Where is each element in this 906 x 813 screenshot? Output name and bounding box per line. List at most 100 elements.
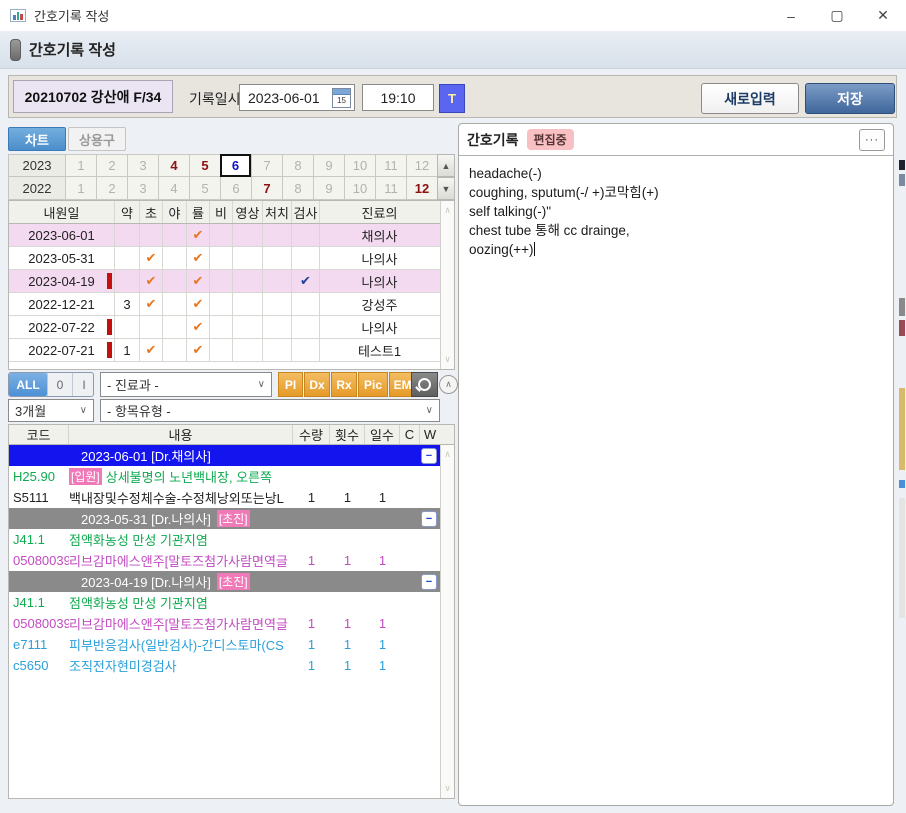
order-list-scrollbar[interactable]: ∧∨	[440, 445, 454, 798]
collapse-group-icon[interactable]: −	[421, 511, 437, 527]
month-cell-2023-7[interactable]: 7	[251, 154, 282, 177]
visit-row[interactable]: 2023-04-19✔✔✔나의사	[9, 270, 454, 293]
item-code: c5650	[9, 658, 69, 673]
item-qty: 1	[293, 637, 330, 652]
month-cell-2023-4[interactable]: 4	[158, 154, 189, 177]
date-input[interactable]: 2023-06-01 15	[239, 84, 355, 111]
month-cell-2023-9[interactable]: 9	[313, 154, 344, 177]
filter-button-rx[interactable]: Rx	[331, 372, 357, 397]
month-cell-2023-5[interactable]: 5	[189, 154, 220, 177]
list-item-row[interactable]: c5650조직전자현미경검사111	[9, 655, 454, 676]
admission-flag-bar	[107, 273, 112, 289]
close-button[interactable]: ✕	[860, 0, 906, 31]
month-cell-2022-12[interactable]: 12	[406, 177, 437, 200]
list-item-row[interactable]: S5111백내장및수정체수술-수정체낭외또는낭L111	[9, 487, 454, 508]
visit-table-scrollbar[interactable]: ∧∨	[440, 201, 454, 369]
time-now-button[interactable]: T	[439, 84, 465, 113]
filter-button-dx[interactable]: Dx	[304, 372, 330, 397]
item-description: 리브감마에스앤주[말토즈첨가사람면역글	[69, 614, 288, 633]
visit-row[interactable]: 2023-06-01✔채의사	[9, 224, 454, 247]
time-input[interactable]: 19:10	[362, 84, 434, 111]
visit-check-cell	[292, 316, 320, 338]
tab-phrases[interactable]: 상용구	[68, 127, 126, 151]
collapse-panel-button[interactable]: ∧	[439, 375, 458, 394]
list-item-row[interactable]: 050800391리브감마에스앤주[말토즈첨가사람면역글111	[9, 550, 454, 571]
more-options-button[interactable]: ···	[859, 129, 885, 151]
list-item-row[interactable]: J41.1점액화농성 만성 기관지염	[9, 529, 454, 550]
segment-i[interactable]: I	[72, 373, 95, 396]
year-label: 2022	[8, 177, 65, 200]
collapse-group-icon[interactable]: −	[421, 448, 437, 464]
visit-row[interactable]: 2022-07-211✔✔테스트1	[9, 339, 454, 362]
visit-check-cell	[292, 247, 320, 269]
month-cell-2022-4[interactable]: 4	[158, 177, 189, 200]
save-button[interactable]: 저장	[805, 83, 895, 114]
filter-button-pic[interactable]: Pic	[358, 372, 388, 397]
month-cell-2023-11[interactable]: 11	[375, 154, 406, 177]
app-icon	[10, 9, 26, 22]
calendar-icon[interactable]: 15	[332, 88, 351, 108]
visit-table-header: 내원일약초야률비영상처치검사진료의	[9, 201, 454, 224]
tab-chart[interactable]: 차트	[8, 127, 66, 151]
month-cell-2022-10[interactable]: 10	[344, 177, 375, 200]
month-cell-2023-10[interactable]: 10	[344, 154, 375, 177]
month-cell-2023-6[interactable]: 6	[220, 154, 251, 177]
segment-all[interactable]: ALL	[9, 373, 47, 396]
visit-row[interactable]: 2022-07-22✔나의사	[9, 316, 454, 339]
month-cell-2022-6[interactable]: 6	[220, 177, 251, 200]
minimize-button[interactable]: –	[768, 0, 814, 31]
visit-row[interactable]: 2022-12-213✔✔강성주	[9, 293, 454, 316]
visit-check-cell	[233, 339, 263, 361]
chart-tabs: 차트 상용구	[8, 127, 126, 151]
list-item-row[interactable]: J41.1점액화농성 만성 기관지염	[9, 592, 454, 613]
list-group-row[interactable]: 2023-05-31 [Dr.나의사][초진]−	[9, 508, 440, 529]
month-cell-2022-8[interactable]: 8	[282, 177, 313, 200]
item-type-dropdown[interactable]: - 항목유형 -∨	[100, 399, 440, 422]
list-group-row[interactable]: 2023-04-19 [Dr.나의사][초진]−	[9, 571, 440, 592]
collapse-group-icon[interactable]: −	[421, 574, 437, 590]
new-entry-button[interactable]: 새로입력	[701, 83, 799, 114]
item-code: 050800391	[9, 553, 69, 568]
list-item-row[interactable]: e7111피부반응검사(일반검사)-간디스토마(CS111	[9, 634, 454, 655]
visit-check-cell: ✔	[187, 316, 210, 338]
period-dropdown[interactable]: 3개월∨	[8, 399, 94, 422]
visit-check-cell: ✔	[140, 339, 163, 361]
month-cell-2022-3[interactable]: 3	[127, 177, 158, 200]
month-cell-2022-11[interactable]: 11	[375, 177, 406, 200]
search-button[interactable]	[411, 372, 438, 397]
month-cell-2023-2[interactable]: 2	[96, 154, 127, 177]
visit-med-count: 3	[115, 293, 140, 315]
month-cell-2023-1[interactable]: 1	[65, 154, 96, 177]
editing-status-badge: 편집중	[527, 129, 574, 150]
note-line: coughing, sputum(-/ +)코막힘(+)	[469, 183, 883, 202]
time-value: 19:10	[380, 90, 415, 106]
visit-col-header: 처치	[263, 201, 292, 223]
segment-o[interactable]: 0	[47, 373, 72, 396]
month-cell-2022-1[interactable]: 1	[65, 177, 96, 200]
list-group-row[interactable]: 2023-06-01 [Dr.채의사]−	[9, 445, 440, 466]
admission-badge: [입원]	[69, 468, 102, 485]
maximize-button[interactable]: ▢	[814, 0, 860, 31]
list-item-row[interactable]: 050800391리브감마에스앤주[말토즈첨가사람면역글111	[9, 613, 454, 634]
item-days: 1	[365, 658, 400, 673]
year-scroll-down-icon[interactable]: ▼	[437, 177, 455, 200]
month-cell-2022-7[interactable]: 7	[251, 177, 282, 200]
header-pill-icon	[10, 39, 21, 61]
month-cell-2022-5[interactable]: 5	[189, 177, 220, 200]
visit-check-cell	[263, 224, 292, 246]
month-cell-2023-12[interactable]: 12	[406, 154, 437, 177]
filter-button-pi[interactable]: PI	[278, 372, 303, 397]
month-cell-2023-3[interactable]: 3	[127, 154, 158, 177]
year-scroll-up-icon[interactable]: ▲	[437, 154, 455, 177]
visit-row[interactable]: 2023-05-31✔✔나의사	[9, 247, 454, 270]
visit-med-count	[115, 224, 140, 246]
department-dropdown[interactable]: - 진료과 -∨	[100, 372, 272, 397]
month-cell-2022-2[interactable]: 2	[96, 177, 127, 200]
nursing-note-textarea[interactable]: headache(-)coughing, sputum(-/ +)코막힘(+)s…	[459, 156, 893, 267]
month-cell-2023-8[interactable]: 8	[282, 154, 313, 177]
list-item-row[interactable]: H25.90[입원]상세불명의 노년백내장, 오른쪽	[9, 466, 454, 487]
list-col-header: 수량	[293, 425, 330, 444]
chevron-down-icon: ∨	[258, 379, 265, 390]
chevron-down-icon: ∨	[426, 405, 433, 416]
month-cell-2022-9[interactable]: 9	[313, 177, 344, 200]
